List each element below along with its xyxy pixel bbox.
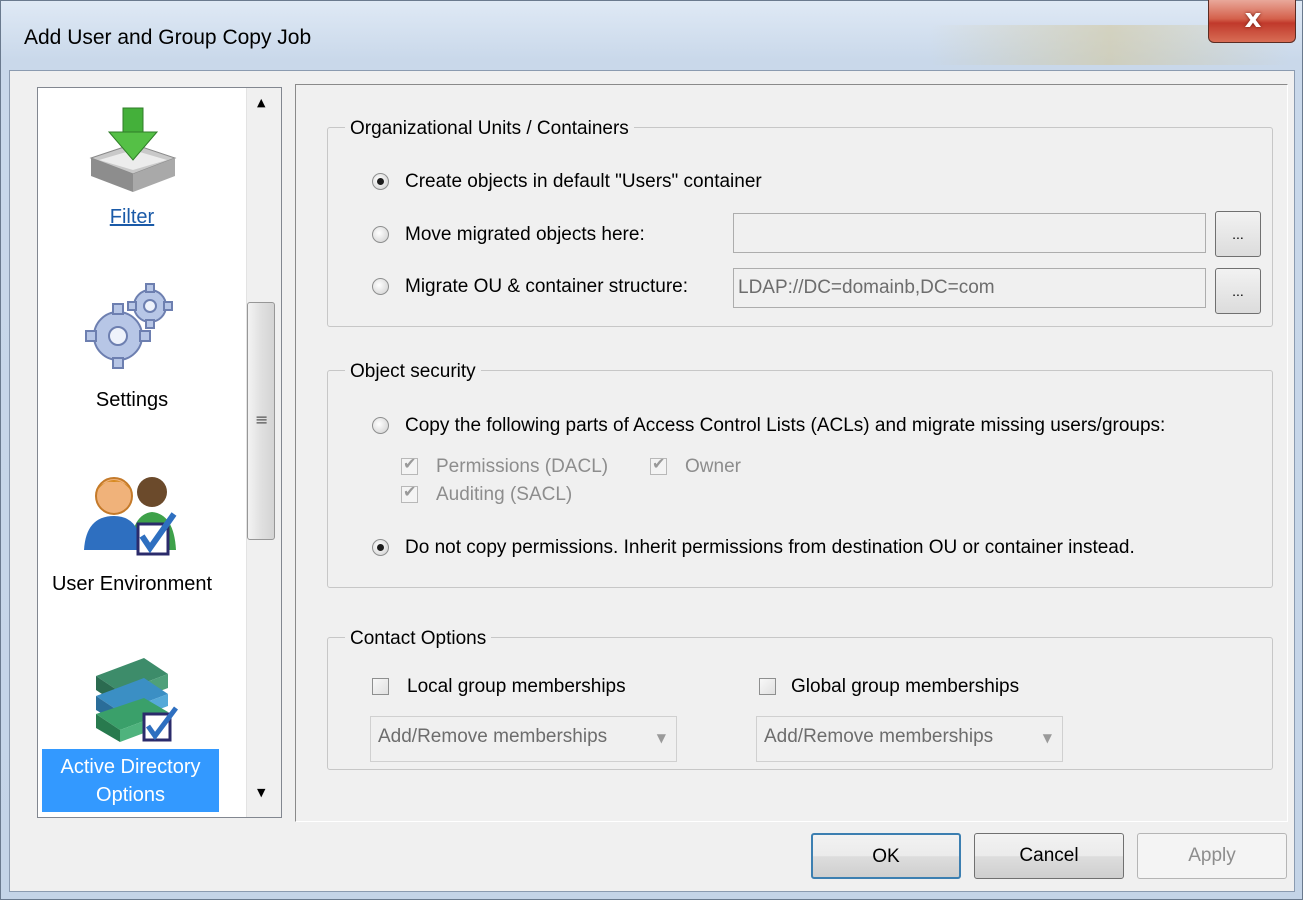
radio-default-users-container-label[interactable]: Create objects in default "Users" contai… (405, 171, 762, 193)
users-check-icon[interactable] (82, 470, 182, 560)
global-memberships-dropdown-value: Add/Remove memberships (764, 726, 994, 747)
security-group-legend: Object security (345, 361, 481, 383)
chevron-down-icon: ▼ (1042, 731, 1052, 745)
ou-group-legend: Organizational Units / Containers (345, 118, 634, 140)
ok-button[interactable]: OK (811, 833, 961, 879)
radio-migrate-ou-structure-label[interactable]: Migrate OU & container structure: (405, 276, 688, 298)
scroll-up-arrow-icon[interactable]: ▲ (257, 96, 265, 109)
checkbox-permissions-dacl[interactable]: ✔ (401, 454, 418, 475)
checkbox-auditing-sacl[interactable]: ✔ (401, 482, 418, 503)
apply-button[interactable]: Apply (1137, 833, 1287, 879)
local-memberships-dropdown[interactable]: Add/Remove memberships ▼ (370, 716, 677, 762)
chevron-down-icon: ▼ (656, 731, 666, 745)
radio-copy-acls-label[interactable]: Copy the following parts of Access Contr… (405, 415, 1165, 437)
radio-migrate-ou-structure[interactable] (372, 278, 389, 295)
radio-do-not-copy-permissions-label[interactable]: Do not copy permissions. Inherit permiss… (405, 537, 1135, 559)
radio-default-users-container[interactable] (372, 173, 389, 190)
checkbox-global-group-memberships[interactable] (759, 678, 776, 695)
scroll-down-arrow-icon[interactable]: ▼ (257, 786, 265, 799)
browse-move-target-button[interactable]: ... (1215, 211, 1261, 257)
nav-item-filter[interactable]: Filter (32, 203, 232, 231)
radio-move-migrated-objects-label[interactable]: Move migrated objects here: (405, 224, 645, 246)
checkbox-global-group-memberships-label[interactable]: Global group memberships (791, 676, 1019, 698)
browse-ou-structure-button[interactable]: ... (1215, 268, 1261, 314)
move-target-field[interactable] (733, 213, 1206, 253)
checkbox-auditing-sacl-label[interactable]: Auditing (SACL) (436, 484, 572, 506)
global-memberships-dropdown[interactable]: Add/Remove memberships ▼ (756, 716, 1063, 762)
contact-group-legend: Contact Options (345, 628, 492, 650)
nav-item-active-directory-options[interactable]: Active Directory Options (42, 753, 219, 809)
window-title: Add User and Group Copy Job (24, 26, 312, 49)
radio-move-migrated-objects[interactable] (372, 226, 389, 243)
books-check-icon[interactable] (88, 648, 180, 744)
radio-do-not-copy-permissions[interactable] (372, 539, 389, 556)
local-memberships-dropdown-value: Add/Remove memberships (378, 726, 608, 747)
gears-icon[interactable] (84, 282, 176, 374)
checkbox-local-group-memberships-label[interactable]: Local group memberships (407, 676, 626, 698)
close-icon[interactable]: x (1241, 4, 1265, 34)
ou-structure-field[interactable]: LDAP://DC=domainb,DC=com (733, 268, 1206, 308)
scrollbar-grip-icon: ≡ (255, 410, 269, 429)
checkbox-local-group-memberships[interactable] (372, 678, 389, 695)
checkbox-owner[interactable]: ✔ (650, 454, 667, 475)
nav-item-user-environment[interactable]: User Environment (32, 570, 232, 598)
filter-download-icon[interactable] (85, 104, 177, 194)
radio-copy-acls[interactable] (372, 417, 389, 434)
checkbox-owner-label[interactable]: Owner (685, 456, 741, 478)
cancel-button[interactable]: Cancel (974, 833, 1124, 879)
checkbox-permissions-dacl-label[interactable]: Permissions (DACL) (436, 456, 608, 478)
nav-item-settings[interactable]: Settings (32, 386, 232, 414)
